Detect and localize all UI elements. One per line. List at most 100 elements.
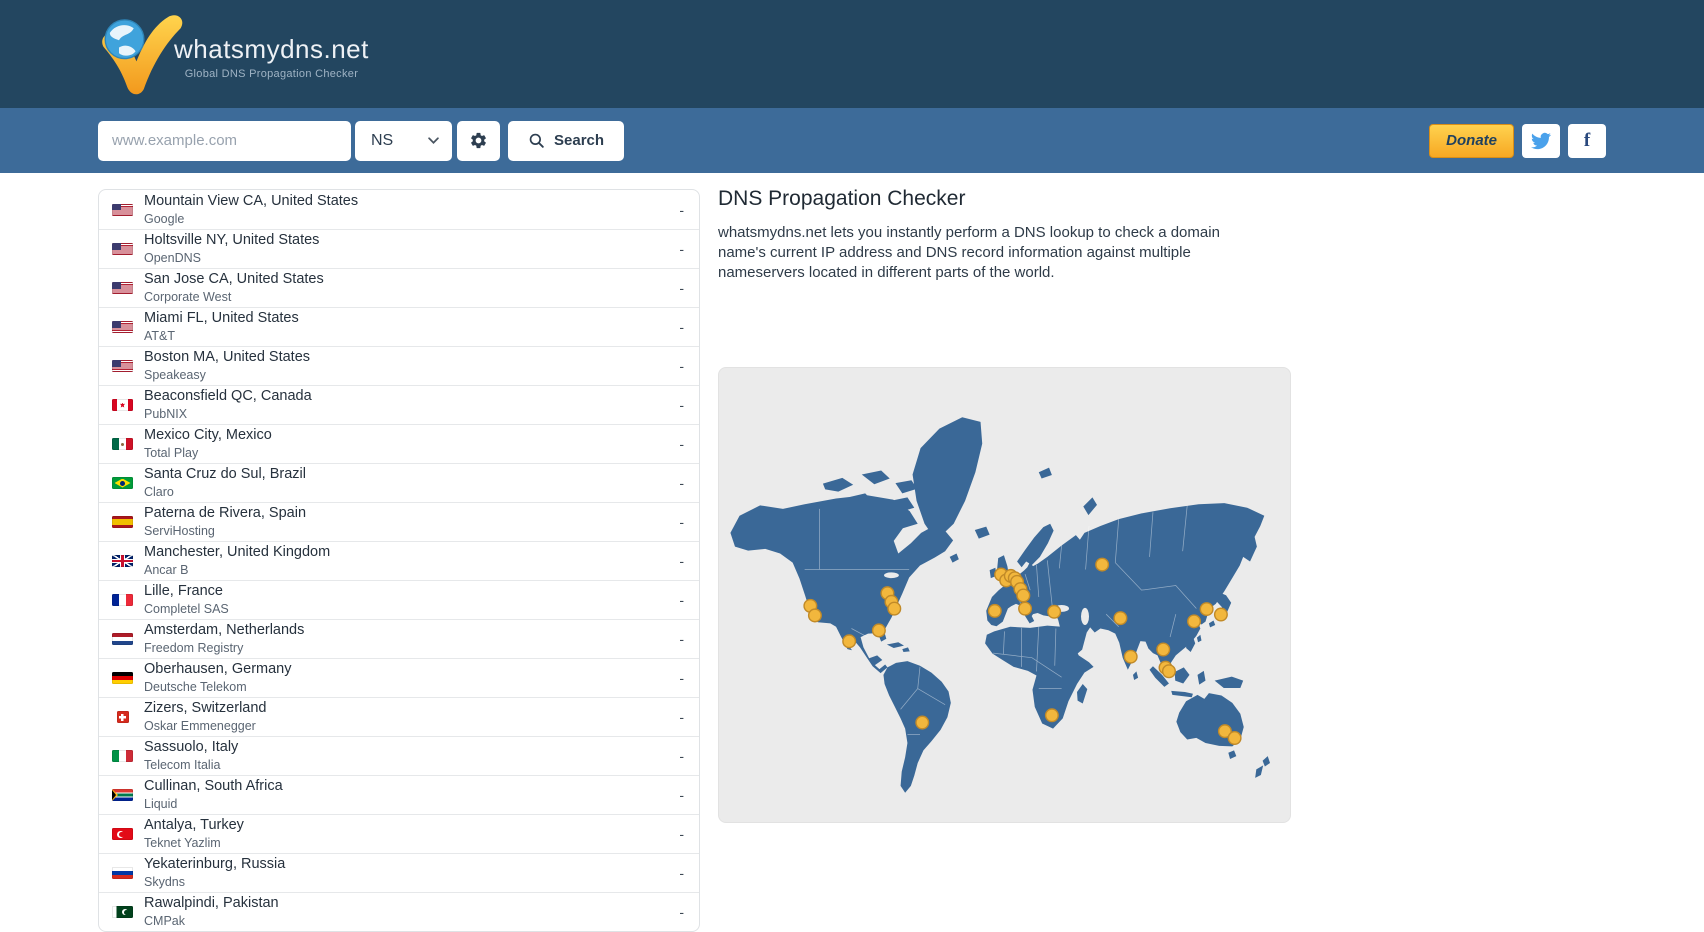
server-provider: Deutsche Telekom: [144, 680, 292, 694]
server-row: Amsterdam, Netherlands Freedom Registry …: [99, 619, 699, 658]
dns-server-marker: [1188, 615, 1201, 628]
search-button-label: Search: [554, 132, 604, 149]
server-location: Rawalpindi, Pakistan: [144, 895, 279, 912]
brand-logo-link[interactable]: whatsmydns.net Global DNS Propagation Ch…: [96, 11, 369, 97]
server-result: -: [679, 436, 699, 452]
server-row: Manchester, United Kingdom Ancar B -: [99, 541, 699, 580]
country-flag-icon: [112, 438, 133, 450]
server-row: Mountain View CA, United States Google -: [99, 190, 699, 229]
twitter-button[interactable]: [1522, 124, 1560, 158]
dns-server-marker: [916, 716, 929, 729]
server-location: Zizers, Switzerland: [144, 700, 266, 717]
server-provider: Completel SAS: [144, 602, 229, 616]
server-row: Paterna de Rivera, Spain ServiHosting -: [99, 502, 699, 541]
country-flag-icon: [112, 243, 133, 255]
world-map: [718, 367, 1291, 823]
country-flag-icon: [112, 516, 133, 528]
server-provider: Claro: [144, 485, 306, 499]
server-row: Yekaterinburg, Russia Skydns -: [99, 853, 699, 892]
server-location: Amsterdam, Netherlands: [144, 622, 304, 639]
server-provider: OpenDNS: [144, 251, 319, 265]
country-flag-icon: [112, 750, 133, 762]
donate-button[interactable]: Donate: [1429, 124, 1514, 158]
country-flag-icon: [112, 789, 133, 801]
country-flag-icon: [112, 282, 133, 294]
server-location: Yekaterinburg, Russia: [144, 856, 285, 873]
dns-server-marker: [1124, 650, 1137, 663]
server-row: Beaconsfield QC, Canada PubNIX -: [99, 385, 699, 424]
server-provider: Telecom Italia: [144, 758, 238, 772]
server-provider: Google: [144, 212, 358, 226]
domain-search-input[interactable]: [98, 121, 351, 161]
dns-server-marker: [843, 635, 856, 648]
server-provider: Freedom Registry: [144, 641, 304, 655]
country-flag-icon: [112, 906, 133, 918]
server-result: -: [679, 670, 699, 686]
facebook-button[interactable]: f: [1568, 124, 1606, 158]
server-provider: Skydns: [144, 875, 285, 889]
server-result: -: [679, 241, 699, 257]
server-result: -: [679, 787, 699, 803]
country-flag-icon: [112, 204, 133, 216]
country-flag-icon: [112, 594, 133, 606]
server-result: -: [679, 631, 699, 647]
dns-server-marker: [1048, 605, 1061, 618]
country-flag-icon: [112, 360, 133, 372]
server-provider: Speakeasy: [144, 368, 310, 382]
world-map-svg: [719, 368, 1290, 822]
dns-server-marker: [1228, 732, 1241, 745]
server-location: Antalya, Turkey: [144, 817, 244, 834]
page-title: DNS Propagation Checker: [718, 186, 1293, 212]
server-provider: Liquid: [144, 797, 283, 811]
dns-server-marker: [1200, 603, 1213, 616]
server-row: Miami FL, United States AT&T -: [99, 307, 699, 346]
dns-server-marker: [1046, 709, 1059, 722]
server-location: Manchester, United Kingdom: [144, 544, 330, 561]
info-column: DNS Propagation Checker whatsmydns.net l…: [718, 186, 1293, 932]
server-location: Beaconsfield QC, Canada: [144, 388, 312, 405]
server-location: Oberhausen, Germany: [144, 661, 292, 678]
server-result: -: [679, 748, 699, 764]
server-result: -: [679, 280, 699, 296]
dns-server-marker: [1096, 558, 1109, 571]
country-flag-icon: [112, 399, 133, 411]
country-flag-icon: [112, 555, 133, 567]
server-location: Miami FL, United States: [144, 310, 299, 327]
facebook-icon: f: [1584, 130, 1590, 152]
server-row: Antalya, Turkey Teknet Yazlim -: [99, 814, 699, 853]
server-result: -: [679, 397, 699, 413]
server-list: Mountain View CA, United States Google -…: [98, 189, 700, 932]
server-location: Sassuolo, Italy: [144, 739, 238, 756]
page-description: whatsmydns.net lets you instantly perfor…: [718, 223, 1225, 283]
server-provider: Ancar B: [144, 563, 330, 577]
server-result: -: [679, 475, 699, 491]
country-flag-icon: [117, 711, 129, 723]
record-type-select[interactable]: NS: [355, 121, 452, 161]
search-icon: [528, 132, 545, 149]
dns-server-marker: [873, 624, 886, 637]
brand-tagline: Global DNS Propagation Checker: [174, 68, 369, 80]
dns-server-marker: [809, 609, 822, 622]
server-result: -: [679, 319, 699, 335]
options-button[interactable]: [457, 121, 500, 161]
server-location: Santa Cruz do Sul, Brazil: [144, 466, 306, 483]
server-result: -: [679, 826, 699, 842]
server-row: Rawalpindi, Pakistan CMPak -: [99, 892, 699, 931]
server-result: -: [679, 709, 699, 725]
country-flag-icon: [112, 867, 133, 879]
server-row: Holtsville NY, United States OpenDNS -: [99, 229, 699, 268]
server-location: Mexico City, Mexico: [144, 427, 272, 444]
dns-server-marker: [1163, 665, 1176, 678]
main-content: Mountain View CA, United States Google -…: [0, 173, 1704, 932]
country-flag-icon: [112, 672, 133, 684]
server-row: Sassuolo, Italy Telecom Italia -: [99, 736, 699, 775]
brand-name: whatsmydns.net: [174, 34, 369, 65]
server-row: Mexico City, Mexico Total Play -: [99, 424, 699, 463]
country-flag-icon: [112, 321, 133, 333]
server-result: -: [679, 865, 699, 881]
country-flag-icon: [112, 633, 133, 645]
server-location: Cullinan, South Africa: [144, 778, 283, 795]
dns-server-marker: [1114, 612, 1127, 625]
country-flag-icon: [112, 477, 133, 489]
search-button[interactable]: Search: [508, 121, 624, 161]
